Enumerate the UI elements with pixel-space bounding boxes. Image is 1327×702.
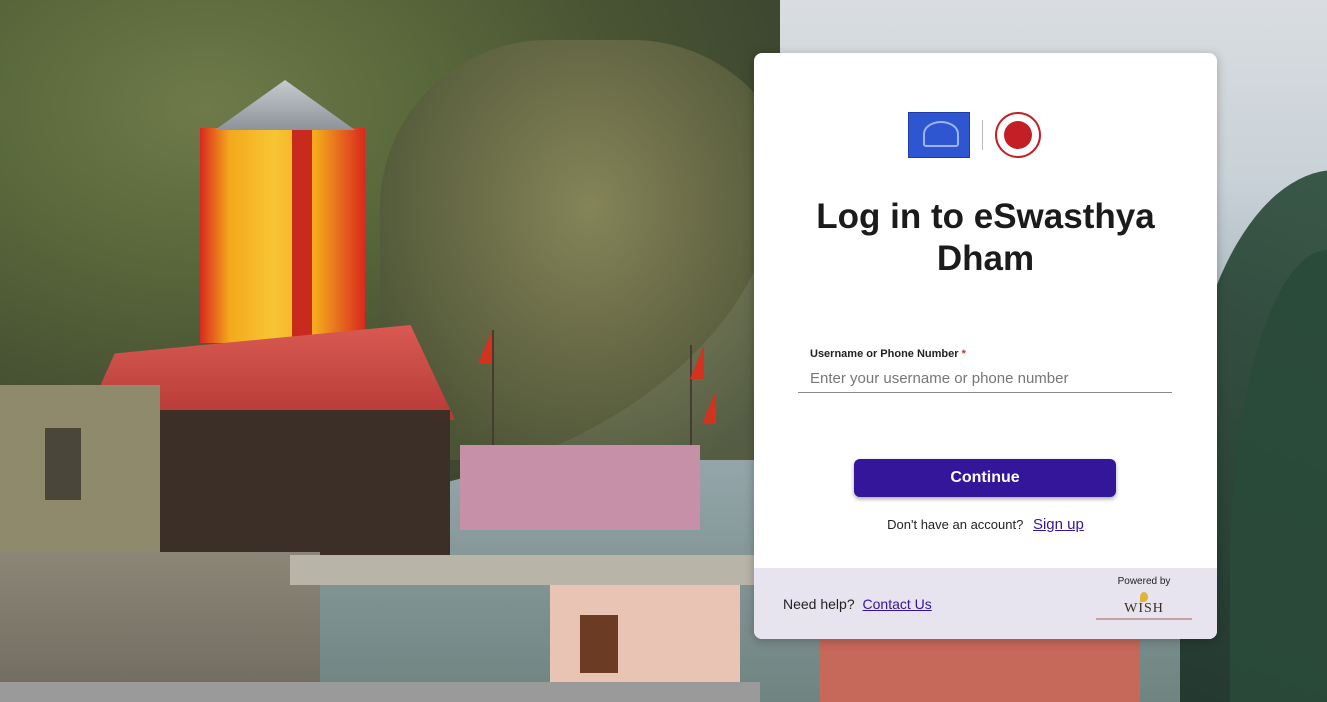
- login-card: Log in to eSwasthya Dham Username or Pho…: [754, 53, 1217, 639]
- wish-logo-underline: [1096, 618, 1192, 620]
- pink-house-window: [580, 615, 618, 673]
- powered-by-label: Powered by: [1117, 576, 1171, 587]
- temple-tower: [200, 128, 365, 343]
- signup-row: Don't have an account? Sign up: [754, 516, 1217, 533]
- national-health-mission-icon: [995, 112, 1041, 158]
- uttarakhand-emblem-icon: [908, 112, 970, 158]
- username-label: Username or Phone Number *: [810, 348, 966, 360]
- temple-hall: [150, 410, 450, 560]
- username-input[interactable]: [798, 365, 1172, 393]
- stone-wall: [0, 552, 320, 702]
- help-row: Need help? Contact Us: [783, 596, 932, 612]
- stone-house-window: [45, 428, 81, 500]
- pink-building: [460, 445, 700, 530]
- card-footer: Need help? Contact Us Powered by WISH: [754, 568, 1217, 639]
- logo-divider: [982, 120, 983, 150]
- help-prompt: Need help?: [783, 596, 855, 612]
- username-label-text: Username or Phone Number: [810, 348, 959, 360]
- red-flag: [690, 345, 704, 379]
- red-roof: [820, 640, 1140, 702]
- signup-prompt: Don't have an account?: [887, 517, 1024, 532]
- required-mark: *: [961, 348, 966, 360]
- continue-button[interactable]: Continue: [854, 459, 1116, 497]
- contact-us-link[interactable]: Contact Us: [863, 596, 932, 612]
- wish-logo-text: WISH: [1124, 601, 1164, 616]
- concrete-ledge: [290, 555, 760, 585]
- signup-link[interactable]: Sign up: [1033, 516, 1084, 533]
- ground: [0, 682, 760, 702]
- logo-row: [908, 112, 1041, 158]
- red-flag: [702, 390, 716, 424]
- red-flag: [478, 330, 492, 364]
- wish-logo: WISH: [1094, 589, 1194, 631]
- temple-tower-stripe: [292, 128, 312, 343]
- page-title: Log in to eSwasthya Dham: [816, 197, 1155, 278]
